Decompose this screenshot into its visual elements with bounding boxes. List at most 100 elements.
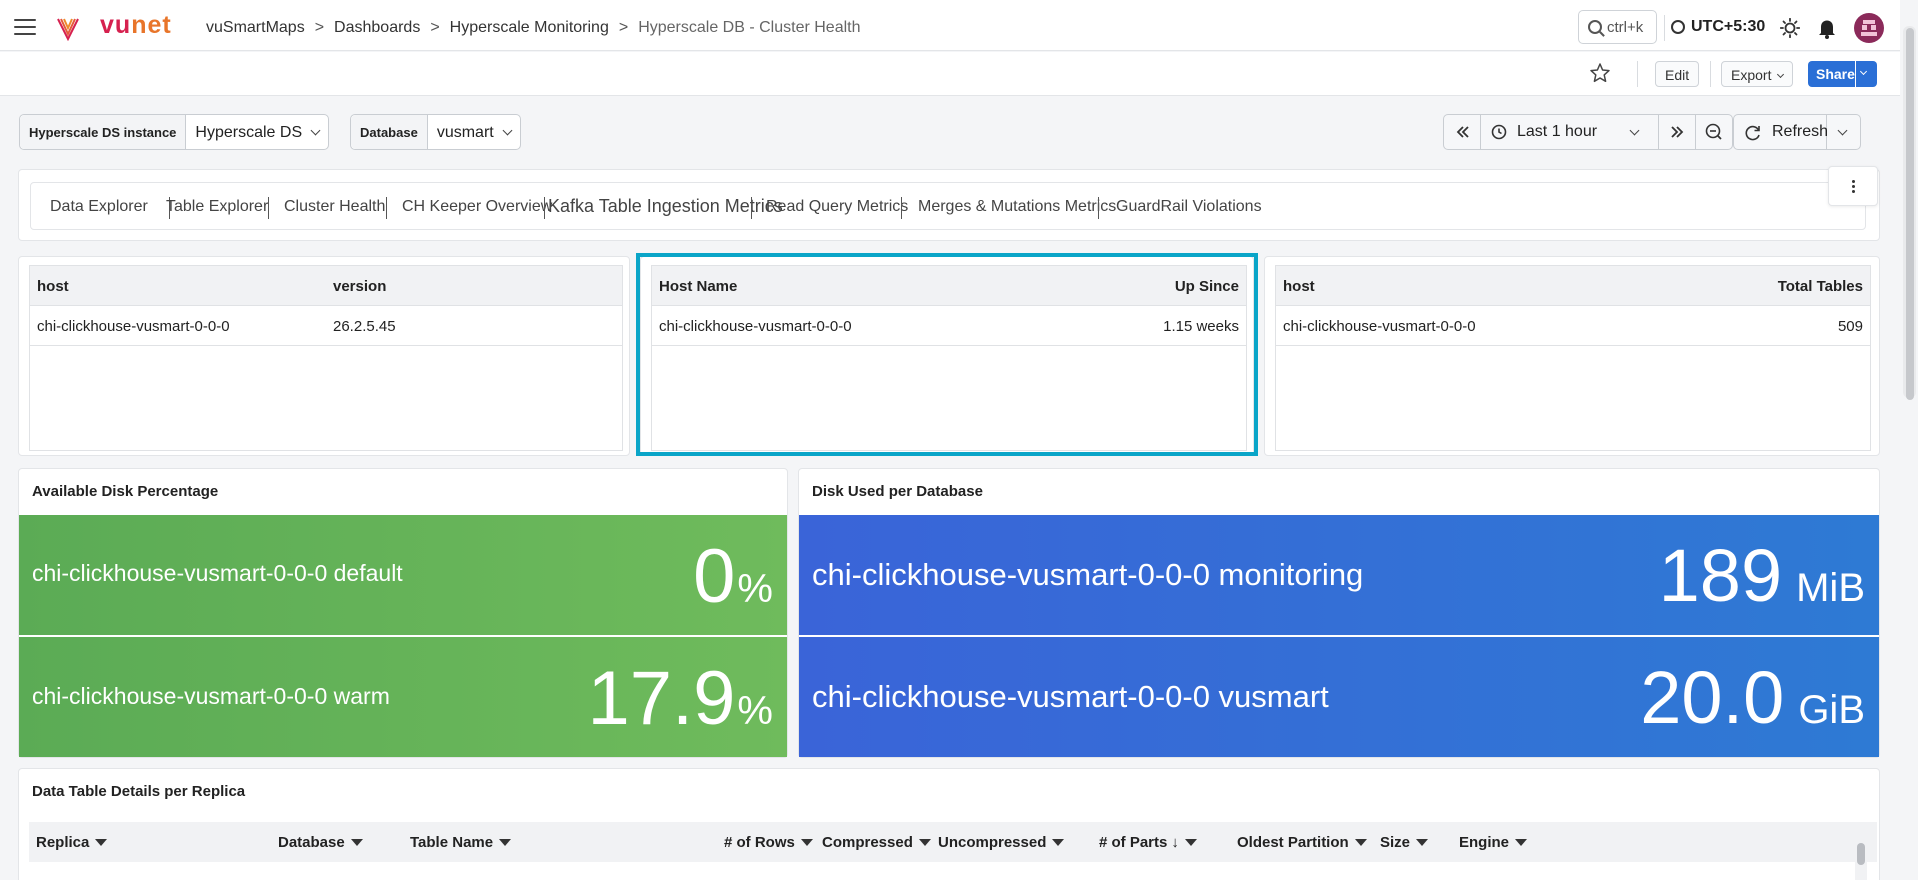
filter-icon [1052, 839, 1065, 846]
refresh-interval-dropdown[interactable] [1827, 115, 1860, 149]
stat-unit: GiB [1798, 688, 1865, 732]
dashboard-tabs-panel: Data Explorer Table Explorer Cluster Hea… [18, 169, 1880, 241]
breadcrumb-vusmartmaps[interactable]: vuSmartMaps [206, 19, 305, 36]
column-header-compressed[interactable]: Compressed [822, 834, 931, 851]
double-chevron-right-icon [1671, 126, 1684, 138]
column-header-replica[interactable]: Replica [36, 834, 108, 851]
share-button[interactable]: Share [1808, 61, 1855, 87]
table-row[interactable]: chi-clickhouse-vusmart-0-0-0 26.2.5.45 [30, 306, 622, 346]
stat-card: chi-clickhouse-vusmart-0-0-0 default 0% [19, 515, 787, 635]
column-header-total-tables[interactable]: Total Tables [1778, 278, 1863, 295]
stat-value: 17.9 [587, 656, 736, 741]
chevron-down-icon [1629, 125, 1640, 136]
tab-read-query-metrics[interactable]: Read Query Metrics [766, 198, 908, 216]
column-header-engine[interactable]: Engine [1459, 834, 1528, 851]
breadcrumb-dashboards[interactable]: Dashboards [334, 19, 420, 36]
column-header-parts[interactable]: # of Parts ↓ [1099, 834, 1197, 851]
stat-unit: MiB [1796, 566, 1865, 610]
version-table: host version chi-clickhouse-vusmart-0-0-… [29, 265, 623, 451]
menu-icon[interactable] [14, 19, 36, 35]
stat-value: 189 [1658, 534, 1783, 617]
panel-title: Available Disk Percentage [32, 483, 219, 500]
search-shortcut: ctrl+k [1607, 19, 1644, 36]
tab-merges-mutations-metrics[interactable]: Merges & Mutations Metrics [918, 198, 1116, 216]
filter-database[interactable]: Database vusmart [350, 114, 521, 150]
tab-table-explorer[interactable]: Table Explorer [166, 198, 268, 216]
search-button[interactable]: ctrl+k [1578, 10, 1657, 44]
column-header-version[interactable]: version [333, 278, 386, 295]
sort-desc-icon: ↓ [1171, 834, 1179, 851]
scrollbar-thumb[interactable] [1857, 843, 1865, 865]
table-header: Replica Database Table Name # of Rows Co… [29, 822, 1877, 862]
share-dropdown-button[interactable] [1856, 61, 1877, 87]
notifications-bell-icon[interactable] [1816, 17, 1838, 39]
table-scrollbar[interactable] [1855, 825, 1867, 880]
tab-kafka-table-ingestion-metrics[interactable]: Kafka Table Ingestion Metrics [548, 196, 783, 217]
page-scrollbar-thumb[interactable] [1906, 28, 1914, 400]
stat-label: chi-clickhouse-vusmart-0-0-0 default [32, 560, 403, 586]
user-avatar[interactable] [1854, 13, 1884, 43]
time-range-picker[interactable]: Last 1 hour [1481, 115, 1659, 149]
tab-ch-keeper-overview[interactable]: CH Keeper Overview [402, 198, 552, 216]
selection-highlight [636, 253, 1258, 456]
tab-separator [901, 197, 902, 219]
column-header-database[interactable]: Database [278, 834, 363, 851]
tab-separator [544, 197, 545, 219]
timezone-selector[interactable]: UTC+5:30 [1671, 18, 1765, 36]
chevron-down-icon [1777, 70, 1785, 79]
stat-unit: % [737, 567, 773, 611]
disk-used-panel: Disk Used per Database chi-clickhouse-vu… [798, 468, 1880, 758]
panel-title: Data Table Details per Replica [32, 783, 246, 800]
time-back-button[interactable] [1444, 115, 1481, 149]
breadcrumb-current: Hyperscale DB - Cluster Health [638, 19, 861, 36]
stat-card: chi-clickhouse-vusmart-0-0-0 monitoring … [799, 515, 1879, 635]
stat-value-group: 20.0 GiB [1640, 655, 1865, 740]
breadcrumb: vuSmartMaps > Dashboards > Hyperscale Monito… [206, 19, 861, 36]
filter-value-select[interactable]: vusmart [428, 115, 520, 149]
refresh-button[interactable]: Refresh [1734, 115, 1828, 149]
theme-toggle-icon[interactable] [1780, 18, 1800, 38]
tab-separator [751, 197, 752, 219]
tab-data-explorer[interactable]: Data Explorer [50, 198, 148, 216]
zoom-out-button[interactable] [1696, 115, 1732, 149]
column-header-host[interactable]: host [1283, 278, 1315, 295]
stat-label: chi-clickhouse-vusmart-0-0-0 vusmart [812, 679, 1329, 714]
breadcrumb-hyperscale-monitoring[interactable]: Hyperscale Monitoring [450, 19, 609, 36]
filter-hyperscale-instance[interactable]: Hyperscale DS instance Hyperscale DS [19, 114, 330, 150]
tab-cluster-health[interactable]: Cluster Health [284, 198, 385, 216]
vunet-logo-icon [57, 18, 79, 41]
column-header-table-name[interactable]: Table Name [410, 834, 512, 851]
filter-value: Hyperscale DS [195, 124, 303, 141]
available-disk-panel: Available Disk Percentage chi-clickhouse… [18, 468, 788, 758]
double-chevron-left-icon [1456, 126, 1469, 138]
tab-bar: Data Explorer Table Explorer Cluster Hea… [30, 182, 1866, 230]
stat-unit: % [737, 689, 773, 733]
column-header-uncompressed[interactable]: Uncompressed [938, 834, 1065, 851]
kebab-dot [1852, 190, 1855, 193]
chevron-down-icon [502, 125, 513, 136]
panel-title: Disk Used per Database [812, 483, 983, 500]
filter-icon [800, 839, 813, 846]
export-button[interactable]: Export [1721, 61, 1794, 87]
column-header-rows[interactable]: # of Rows [724, 834, 813, 851]
edit-button[interactable]: Edit [1655, 61, 1700, 87]
table-row[interactable]: chi-clickhouse-vusmart-0-0-0 509 [1276, 306, 1870, 346]
chevron-down-icon [1859, 67, 1868, 76]
time-forward-button[interactable] [1659, 115, 1696, 149]
column-header-size[interactable]: Size [1380, 834, 1429, 851]
stat-value-group: 17.9% [588, 655, 774, 742]
filter-value-select[interactable]: Hyperscale DS [186, 115, 328, 149]
clock-icon [1671, 20, 1685, 34]
timezone-label: UTC+5:30 [1691, 18, 1766, 35]
filter-icon [1184, 839, 1197, 846]
tab-guardrail-violations[interactable]: GuardRail Violations [1116, 198, 1262, 216]
more-options-button[interactable] [1828, 166, 1878, 206]
filter-label: Database [351, 115, 428, 149]
column-header-oldest-partition[interactable]: Oldest Partition [1237, 834, 1367, 851]
refresh-icon [1745, 125, 1760, 141]
divider [1664, 15, 1665, 41]
filter-icon [1515, 839, 1528, 846]
favorite-star-icon[interactable] [1589, 62, 1611, 84]
column-header-host[interactable]: host [37, 278, 69, 295]
chevron-down-icon [1837, 125, 1848, 136]
